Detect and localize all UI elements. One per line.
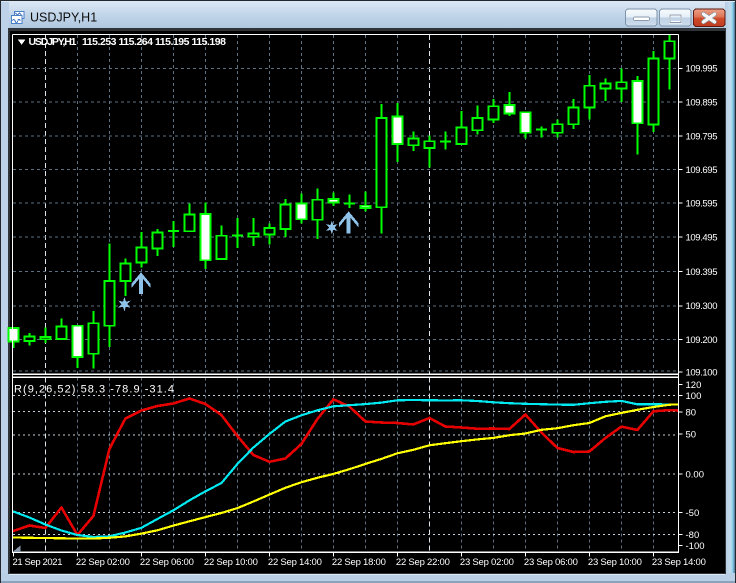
svg-text:100: 100 bbox=[686, 391, 702, 402]
svg-text:120: 120 bbox=[686, 380, 702, 391]
svg-text:109.395: 109.395 bbox=[686, 267, 718, 278]
svg-text:23 Sep 06:00: 23 Sep 06:00 bbox=[524, 557, 578, 568]
svg-text:-80: -80 bbox=[686, 530, 700, 541]
svg-text:109.200: 109.200 bbox=[686, 335, 718, 346]
svg-text:0.00: 0.00 bbox=[686, 470, 705, 481]
svg-text:22 Sep 02:00: 22 Sep 02:00 bbox=[76, 557, 130, 568]
svg-text:23 Sep 14:00: 23 Sep 14:00 bbox=[652, 557, 706, 568]
svg-text:-100: -100 bbox=[686, 541, 705, 552]
svg-text:109.495: 109.495 bbox=[686, 232, 718, 243]
svg-text:23 Sep 02:00: 23 Sep 02:00 bbox=[460, 557, 514, 568]
svg-text:22 Sep 18:00: 22 Sep 18:00 bbox=[332, 557, 386, 568]
svg-text:22 Sep 06:00: 22 Sep 06:00 bbox=[140, 557, 194, 568]
svg-text:50: 50 bbox=[686, 429, 697, 440]
svg-text:115.253 115.264 115.195 115.19: 115.253 115.264 115.195 115.198 bbox=[82, 36, 226, 48]
svg-text:109.595: 109.595 bbox=[686, 198, 718, 209]
svg-text:109.895: 109.895 bbox=[686, 97, 718, 108]
svg-text:USDJPY,H1: USDJPY,H1 bbox=[30, 11, 97, 25]
svg-text:22 Sep 10:00: 22 Sep 10:00 bbox=[204, 557, 258, 568]
svg-text:109.695: 109.695 bbox=[686, 165, 718, 176]
svg-text:22 Sep 14:00: 22 Sep 14:00 bbox=[268, 557, 322, 568]
svg-text:109.100: 109.100 bbox=[686, 367, 718, 378]
svg-text:109.300: 109.300 bbox=[686, 301, 718, 312]
svg-text:109.795: 109.795 bbox=[686, 131, 718, 142]
svg-text:109.995: 109.995 bbox=[686, 64, 718, 75]
svg-text:23 Sep 10:00: 23 Sep 10:00 bbox=[588, 557, 642, 568]
svg-text:USDJPY,H1: USDJPY,H1 bbox=[29, 36, 77, 48]
svg-text:80: 80 bbox=[686, 407, 697, 418]
svg-text:-50: -50 bbox=[686, 508, 700, 519]
svg-text:R(9,26,52) 58.3 -78.9 -31.4: R(9,26,52) 58.3 -78.9 -31.4 bbox=[14, 384, 174, 396]
svg-text:22 Sep 22:00: 22 Sep 22:00 bbox=[396, 557, 450, 568]
svg-text:21 Sep 2021: 21 Sep 2021 bbox=[13, 557, 63, 568]
